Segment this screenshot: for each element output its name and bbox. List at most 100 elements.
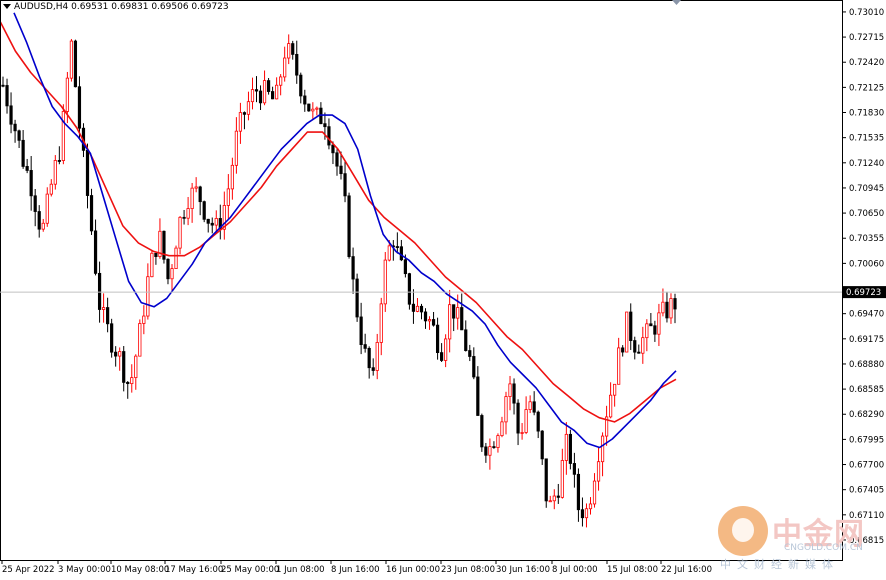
candle-body	[476, 376, 480, 416]
candle-body	[49, 183, 53, 195]
candle-body	[427, 319, 432, 322]
watermark-site: CNGOLD.COM.CN	[784, 543, 863, 553]
candle-body	[254, 89, 259, 92]
candle-body	[500, 421, 504, 437]
x-tick-label: 23 Jun 08:00	[441, 565, 495, 575]
x-tick-label: 8 Jul 00:00	[552, 565, 598, 575]
candle-body	[584, 508, 589, 519]
candle-body	[142, 315, 146, 324]
symbol-name: AUDUSD,H4	[14, 2, 69, 12]
candle-body	[331, 144, 335, 154]
candle-body	[234, 130, 238, 166]
candle-body	[5, 85, 9, 107]
y-tick-label: 0.69175	[849, 335, 884, 345]
candle-body	[460, 307, 464, 331]
candle-body	[118, 351, 122, 357]
y-tick-label: 0.72715	[849, 33, 884, 43]
candle-body	[488, 446, 492, 456]
dropdown-triangle-icon[interactable]	[3, 4, 11, 9]
x-tick-label: 1 Jun 08:00	[276, 565, 325, 575]
candle-body	[89, 195, 94, 232]
candle-body	[146, 276, 150, 317]
candle-body	[122, 351, 126, 383]
candle-body	[596, 461, 601, 482]
candle-body	[178, 216, 182, 249]
candle-body	[580, 509, 585, 519]
candle-body	[472, 356, 476, 378]
candle-body	[653, 325, 657, 335]
x-tick-label: 10 May 08:00	[111, 565, 169, 575]
candle-body	[154, 252, 158, 257]
price-chart[interactable]: 0.73010 0.72715 0.72420 0.72125 0.71830 0.715…	[0, 0, 886, 576]
candle-body	[57, 160, 61, 162]
candle-body	[101, 307, 106, 310]
candle-body	[291, 43, 295, 55]
candle-body	[299, 74, 303, 97]
candle-body	[669, 298, 673, 319]
candle-body	[202, 201, 206, 220]
candle-body	[508, 383, 512, 397]
candle-body	[641, 337, 645, 354]
candle-body	[262, 80, 267, 104]
x-tick-label: 22 Jul 16:00	[661, 565, 712, 575]
candle-body	[419, 305, 424, 313]
candle-body	[552, 495, 556, 502]
x-tick-label: 3 May 00:00	[58, 565, 111, 575]
shift-marker-icon[interactable]	[672, 0, 681, 5]
x-tick-label: 17 May 16:00	[165, 565, 223, 575]
candle-body	[633, 340, 637, 353]
candle-body	[576, 473, 581, 511]
candle-body	[592, 480, 597, 505]
y-tick-label: 0.73010	[849, 8, 884, 18]
watermark-tagline: 中文财经新媒体	[720, 558, 839, 571]
candle-body	[379, 303, 383, 343]
candle-body	[464, 329, 468, 351]
candle-body	[649, 323, 653, 327]
candle-body	[73, 40, 78, 88]
open-value: 0.69531	[71, 2, 109, 12]
x-tick-label: 30 Jun 16:00	[496, 565, 550, 575]
candles-layer	[1, 34, 677, 528]
high-value: 0.69831	[111, 2, 149, 12]
candle-body	[150, 252, 154, 278]
candle-body	[97, 272, 102, 310]
candle-body	[198, 186, 202, 203]
symbol-header: AUDUSD,H4 0.69531 0.69831 0.69506 0.6972…	[0, 0, 229, 14]
candle-body	[496, 435, 500, 448]
candle-body	[600, 435, 605, 463]
candle-body	[343, 173, 347, 197]
candle-body	[544, 458, 548, 502]
x-tick-label: 8 Jun 16:00	[331, 565, 380, 575]
candle-body	[637, 351, 641, 354]
y-tick-label: 0.71830	[849, 109, 884, 119]
candle-body	[45, 193, 49, 224]
candle-body	[327, 126, 331, 146]
candle-body	[512, 383, 516, 404]
candle-body	[617, 347, 621, 385]
candle-body	[126, 381, 130, 385]
candle-body	[407, 273, 412, 305]
candle-body	[456, 307, 460, 319]
candle-body	[134, 355, 138, 379]
y-tick-label: 0.71240	[849, 159, 884, 169]
x-tick-label: 16 Jun 00:00	[386, 565, 440, 575]
candle-body	[484, 446, 488, 456]
candle-body	[452, 304, 456, 319]
candle-body	[21, 139, 25, 167]
candle-body	[13, 123, 17, 132]
chart-canvas[interactable]: 0.73010 0.72715 0.72420 0.72125 0.71830 0.715…	[0, 0, 886, 576]
candle-body	[431, 319, 436, 326]
candle-body	[383, 259, 387, 305]
x-tick-label: 25 May 00:00	[221, 565, 279, 575]
y-tick-label: 0.67995	[849, 435, 884, 445]
current-price-label: 0.69723	[846, 288, 881, 298]
y-tick-label: 0.72420	[849, 58, 884, 68]
candle-body	[568, 433, 572, 464]
candle-body	[250, 89, 255, 103]
candle-body	[206, 218, 210, 224]
candle-body	[258, 90, 263, 104]
y-tick-label: 0.72125	[849, 83, 884, 93]
candle-body	[629, 311, 633, 341]
y-tick-label: 0.70945	[849, 184, 884, 194]
x-tick-label: 15 Jul 08:00	[607, 565, 658, 575]
